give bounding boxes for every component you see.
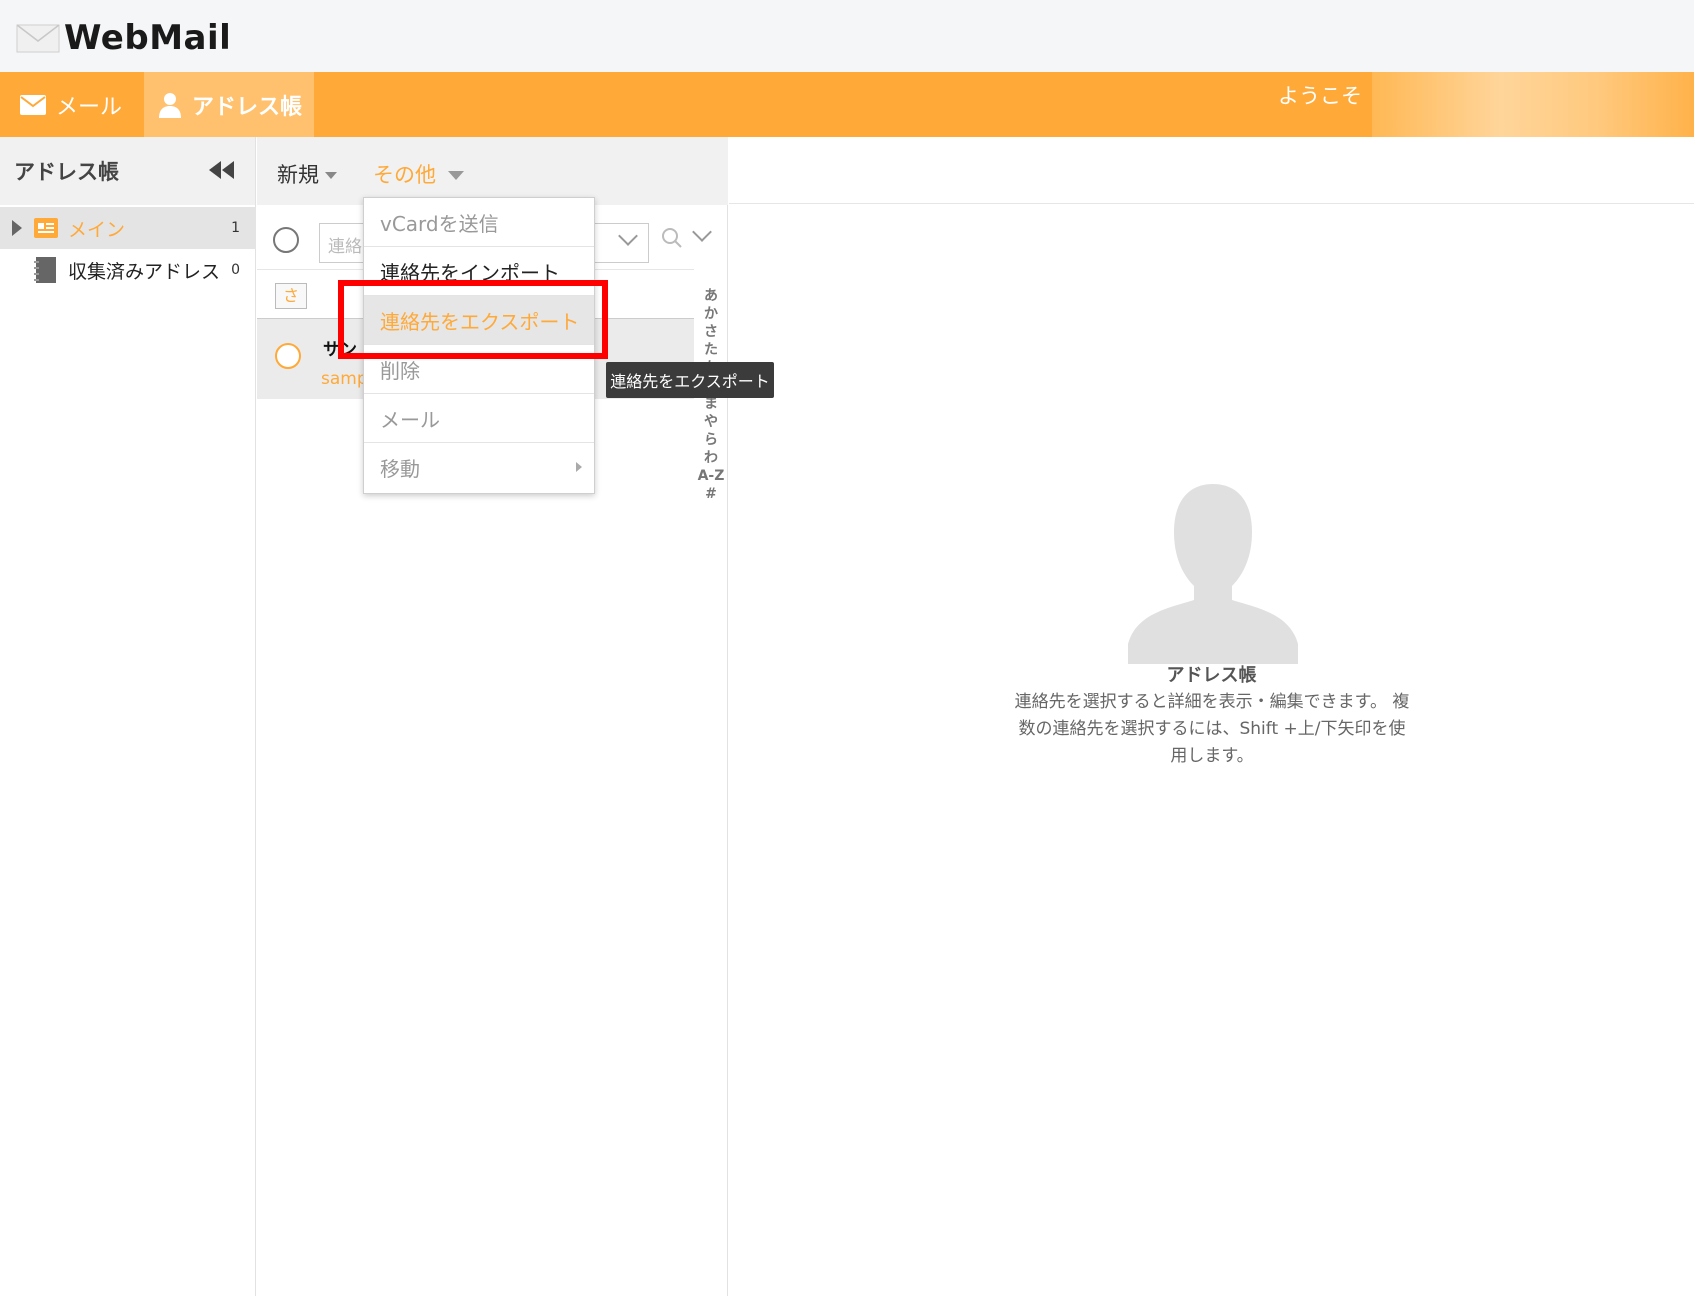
alphabet-index-item[interactable]: わ (694, 449, 728, 467)
alphabet-index-item[interactable]: # (694, 485, 728, 503)
envelope-logo-icon (16, 24, 60, 53)
notebook-icon (34, 257, 56, 283)
caret-down-icon (325, 172, 337, 179)
search-placeholder: 連絡 (328, 237, 362, 257)
alphabet-index-item[interactable]: か (694, 305, 728, 323)
address-book-label: 収集済みアドレス (68, 260, 221, 283)
new-button[interactable]: 新規 (277, 159, 337, 189)
person-placeholder-icon (1128, 484, 1298, 664)
menu-item-move[interactable]: 移動 (364, 443, 594, 492)
contact-select-checkbox[interactable] (275, 343, 301, 369)
new-button-label: 新規 (277, 163, 319, 187)
alphabet-index-item[interactable]: A-Z (694, 467, 728, 485)
mail-icon (20, 94, 46, 115)
address-book-main[interactable]: メイン 1 (0, 207, 256, 249)
app-header: WebMail (0, 0, 1694, 72)
submenu-arrow-icon (576, 462, 582, 472)
nav-address-book[interactable]: アドレス帳 (144, 72, 314, 137)
other-button[interactable]: その他 (373, 159, 464, 189)
sidebar-header: アドレス帳 (0, 137, 255, 205)
menu-item-label: メール (380, 407, 440, 432)
letter-group-tag: さ (275, 283, 307, 309)
collapse-icon[interactable] (209, 161, 235, 179)
alphabet-index-item[interactable]: あ (694, 287, 728, 305)
address-book-count: 0 (231, 262, 240, 278)
logo: WebMail (16, 18, 231, 58)
chevron-down-icon[interactable] (692, 222, 712, 242)
contact-email: samp (321, 369, 368, 389)
welcome-text: ようこそ (1278, 84, 1362, 108)
nav-mail-label: メール (56, 94, 123, 120)
address-book-count: 1 (231, 220, 240, 236)
contact-card-icon (34, 218, 58, 238)
blurred-username (1372, 72, 1694, 137)
detail-title: アドレス帳 (729, 661, 1694, 687)
app-window: WebMail メール アドレス帳 ようこそ アドレス帳 メイン 1 収集済みア… (0, 0, 1694, 1296)
divider (729, 203, 1694, 204)
address-book-collected[interactable]: 収集済みアドレス 0 (0, 249, 256, 291)
detail-pane: アドレス帳 連絡先を選択すると詳細を表示・編集できます。 複数の連絡先を選択する… (729, 137, 1694, 1296)
detail-title-text: アドレス帳 (1166, 665, 1257, 686)
alphabet-index-item[interactable]: や (694, 413, 728, 431)
highlight-annotation (338, 280, 608, 359)
search-icon[interactable] (661, 227, 683, 249)
sidebar-title: アドレス帳 (14, 160, 119, 184)
caret-down-icon (448, 171, 464, 180)
toolbar: 新規 その他 (257, 137, 728, 205)
nav-address-label: アドレス帳 (192, 94, 303, 120)
select-all-checkbox[interactable] (273, 227, 299, 253)
alphabet-index-item[interactable]: た (694, 341, 728, 359)
nav-mail[interactable]: メール (0, 72, 138, 137)
address-book-label: メイン (68, 218, 126, 241)
expand-arrow-icon[interactable] (12, 220, 22, 236)
menu-item-label: vCardを送信 (380, 211, 499, 236)
other-button-label: その他 (373, 163, 436, 187)
sidebar: アドレス帳 メイン 1 収集済みアドレス 0 (0, 137, 256, 1296)
alphabet-index-item[interactable]: さ (694, 323, 728, 341)
top-nav: メール アドレス帳 ようこそ (0, 72, 1694, 137)
logo-text: WebMail (64, 18, 232, 58)
menu-item-send-vcard[interactable]: vCardを送信 (364, 198, 594, 247)
person-icon (159, 92, 181, 118)
menu-item-label: 移動 (380, 457, 420, 481)
menu-item-mail[interactable]: メール (364, 394, 594, 443)
detail-description: 連絡先を選択すると詳細を表示・編集できます。 複数の連絡先を選択するには、Shi… (1014, 692, 1410, 766)
tooltip: 連絡先をエクスポート (606, 362, 774, 398)
alphabet-index-item[interactable]: ら (694, 431, 728, 449)
